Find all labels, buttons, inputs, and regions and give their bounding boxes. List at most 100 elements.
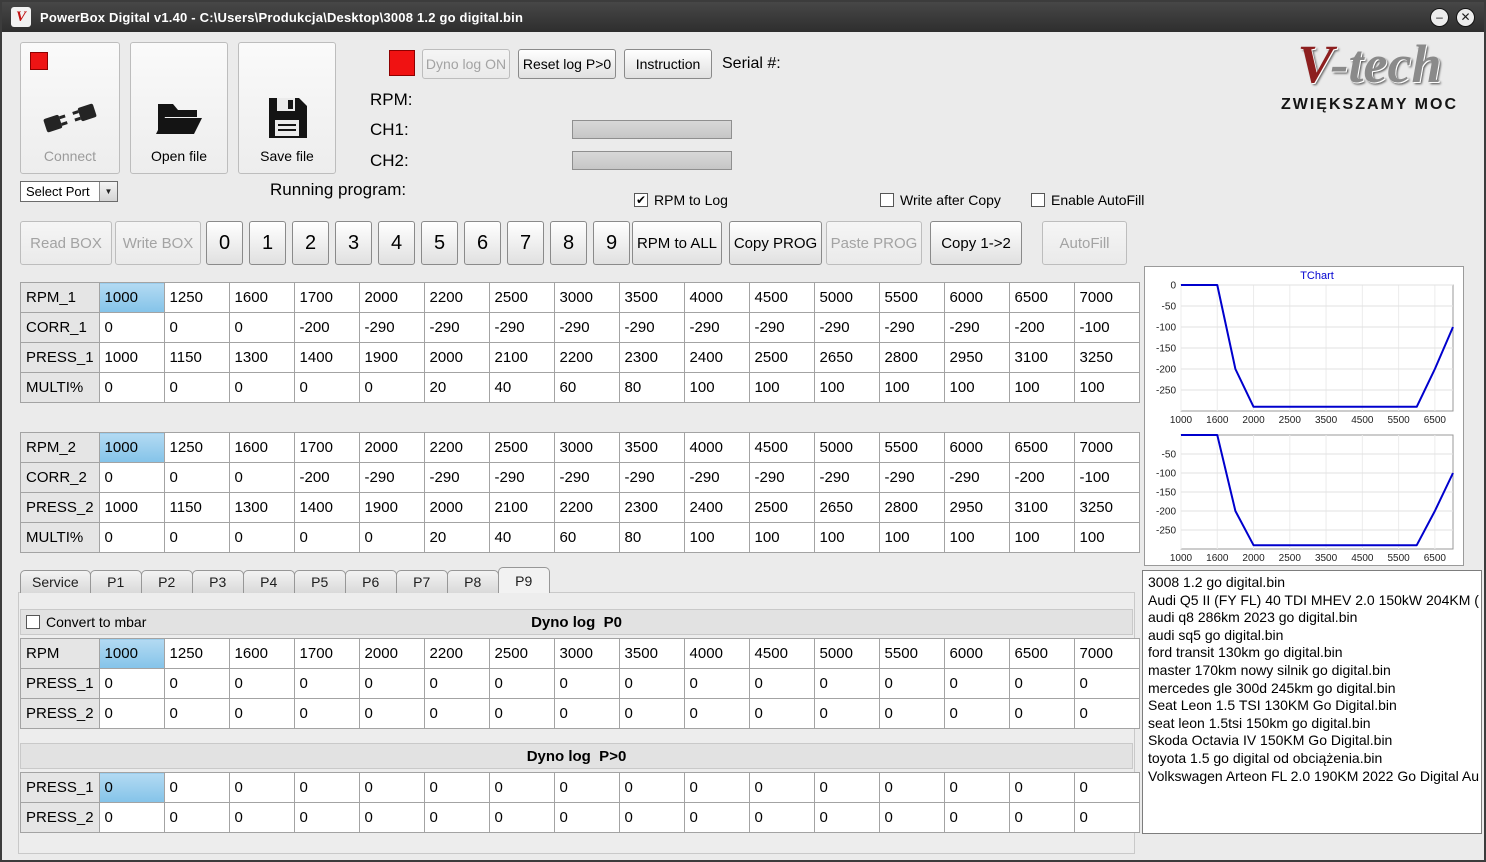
cell[interactable]: 1250 xyxy=(163,432,230,463)
cell[interactable]: 0 xyxy=(423,802,490,833)
cell[interactable]: 2200 xyxy=(553,342,620,373)
cell[interactable]: 0 xyxy=(358,698,425,729)
cell[interactable]: 5500 xyxy=(878,432,945,463)
cell[interactable]: 2300 xyxy=(618,492,685,523)
cell[interactable]: 0 xyxy=(228,312,295,343)
cell[interactable]: -290 xyxy=(878,312,945,343)
cell[interactable]: 3250 xyxy=(1073,342,1140,373)
cell[interactable]: 7000 xyxy=(1073,282,1140,313)
cell[interactable]: 0 xyxy=(618,698,685,729)
cell[interactable]: 100 xyxy=(1008,372,1075,403)
cell[interactable]: 40 xyxy=(488,522,555,553)
cell[interactable]: 0 xyxy=(98,698,165,729)
cell[interactable]: -290 xyxy=(618,462,685,493)
cell[interactable]: -290 xyxy=(943,312,1010,343)
dyno-log-on-button[interactable]: Dyno log ON xyxy=(422,49,510,79)
digit-button-4[interactable]: 4 xyxy=(378,221,415,265)
cell[interactable]: -200 xyxy=(1008,462,1075,493)
cell[interactable]: 0 xyxy=(98,668,165,699)
connect-button[interactable]: Connect xyxy=(20,42,120,174)
file-list-item[interactable]: Skoda Octavia IV 150KM Go Digital.bin xyxy=(1143,732,1481,750)
copy-1-to-2-button[interactable]: Copy 1->2 xyxy=(930,221,1022,265)
close-button[interactable]: ✕ xyxy=(1456,7,1475,27)
cell[interactable]: 0 xyxy=(553,668,620,699)
cell[interactable]: 0 xyxy=(98,772,165,803)
cell[interactable]: 60 xyxy=(553,372,620,403)
tab-p3[interactable]: P3 xyxy=(191,570,244,593)
cell[interactable]: -290 xyxy=(358,312,425,343)
cell[interactable]: 1400 xyxy=(293,342,360,373)
cell[interactable]: 1700 xyxy=(293,432,360,463)
cell[interactable]: 0 xyxy=(358,772,425,803)
cell[interactable]: 0 xyxy=(748,772,815,803)
convert-to-mbar-checkbox[interactable]: Convert to mbar xyxy=(26,614,146,630)
cell[interactable]: 0 xyxy=(553,802,620,833)
cell[interactable]: 100 xyxy=(943,372,1010,403)
cell[interactable]: 3250 xyxy=(1073,492,1140,523)
cell[interactable]: 1300 xyxy=(228,492,295,523)
cell[interactable]: 0 xyxy=(358,802,425,833)
open-file-button[interactable]: Open file xyxy=(130,42,228,174)
write-after-copy-checkbox[interactable]: Write after Copy xyxy=(880,192,1001,208)
cell[interactable]: 2800 xyxy=(878,492,945,523)
cell[interactable]: 0 xyxy=(98,312,165,343)
cell[interactable]: 3500 xyxy=(618,638,685,669)
cell[interactable]: 0 xyxy=(618,802,685,833)
cell[interactable]: 4000 xyxy=(683,282,750,313)
cell[interactable]: 6000 xyxy=(943,282,1010,313)
cell[interactable]: 60 xyxy=(553,522,620,553)
cell[interactable]: 0 xyxy=(878,698,945,729)
cell[interactable]: 4500 xyxy=(748,282,815,313)
cell[interactable]: 2200 xyxy=(423,432,490,463)
file-list-item[interactable]: mercedes gle 300d 245km go digital.bin xyxy=(1143,680,1481,698)
cell[interactable]: -100 xyxy=(1073,462,1140,493)
cell[interactable]: 0 xyxy=(813,668,880,699)
paste-prog-button[interactable]: Paste PROG xyxy=(826,221,922,265)
cell[interactable]: 2300 xyxy=(618,342,685,373)
cell[interactable]: 0 xyxy=(878,772,945,803)
cell[interactable]: 100 xyxy=(1073,522,1140,553)
cell[interactable]: 40 xyxy=(488,372,555,403)
cell[interactable]: 0 xyxy=(683,802,750,833)
cell[interactable]: 1600 xyxy=(228,282,295,313)
cell[interactable]: 0 xyxy=(488,802,555,833)
digit-button-7[interactable]: 7 xyxy=(507,221,544,265)
cell[interactable]: 0 xyxy=(228,698,295,729)
cell[interactable]: 0 xyxy=(228,522,295,553)
cell[interactable]: -100 xyxy=(1073,312,1140,343)
cell[interactable]: 1000 xyxy=(98,342,165,373)
cell[interactable]: 0 xyxy=(683,698,750,729)
cell[interactable]: 3500 xyxy=(618,282,685,313)
cell[interactable]: 2000 xyxy=(358,282,425,313)
file-list-item[interactable]: ford transit 130km go digital.bin xyxy=(1143,644,1481,662)
cell[interactable]: 0 xyxy=(683,668,750,699)
file-list-item[interactable]: Volkswagen Arteon FL 2.0 190KM 2022 Go D… xyxy=(1143,768,1481,786)
cell[interactable]: 0 xyxy=(163,372,230,403)
cell[interactable]: 0 xyxy=(488,772,555,803)
cell[interactable]: 1600 xyxy=(228,432,295,463)
cell[interactable]: 1150 xyxy=(163,342,230,373)
cell[interactable]: 0 xyxy=(423,772,490,803)
cell[interactable]: 1250 xyxy=(163,282,230,313)
cell[interactable]: 0 xyxy=(163,772,230,803)
cell[interactable]: -290 xyxy=(423,462,490,493)
cell[interactable]: 6500 xyxy=(1008,282,1075,313)
cell[interactable]: 0 xyxy=(878,802,945,833)
digit-button-3[interactable]: 3 xyxy=(335,221,372,265)
file-list-item[interactable]: Audi Q5 II (FY FL) 40 TDI MHEV 2.0 150kW… xyxy=(1143,592,1481,610)
cell[interactable]: 100 xyxy=(1073,372,1140,403)
cell[interactable]: 4000 xyxy=(683,432,750,463)
cell[interactable]: 0 xyxy=(683,772,750,803)
cell[interactable]: 0 xyxy=(163,522,230,553)
cell[interactable]: 0 xyxy=(943,668,1010,699)
cell[interactable]: 0 xyxy=(228,668,295,699)
cell[interactable]: 5000 xyxy=(813,282,880,313)
cell[interactable]: 2400 xyxy=(683,492,750,523)
cell[interactable]: 0 xyxy=(618,772,685,803)
cell[interactable]: 0 xyxy=(98,462,165,493)
cell[interactable]: 0 xyxy=(423,668,490,699)
cell[interactable]: 0 xyxy=(1073,698,1140,729)
cell[interactable]: 0 xyxy=(98,522,165,553)
digit-button-9[interactable]: 9 xyxy=(593,221,630,265)
cell[interactable]: 5500 xyxy=(878,282,945,313)
